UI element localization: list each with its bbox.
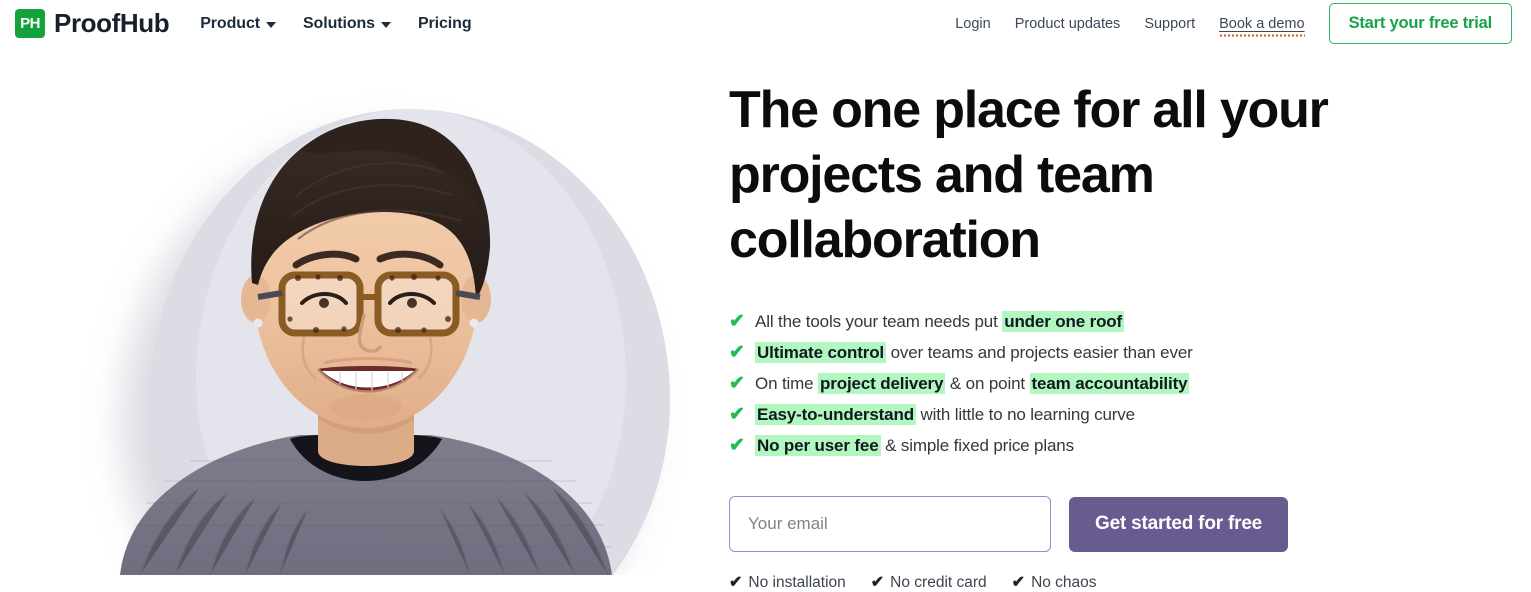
list-item: ✔ Easy-to-understand with little to no l… bbox=[729, 399, 1519, 430]
signup-form: Get started for free bbox=[729, 496, 1519, 552]
site-header: PH ProofHub Product Solutions Pricing Lo… bbox=[0, 0, 1531, 47]
check-icon: ✔ bbox=[729, 574, 743, 591]
bullet-text-pre: All the tools your team needs put bbox=[755, 311, 1003, 331]
list-item: ✔ On time project delivery & on point te… bbox=[729, 368, 1519, 399]
nav-item-solutions[interactable]: Solutions bbox=[303, 15, 391, 33]
trust-item-no-credit-card: ✔ No credit card bbox=[871, 574, 987, 592]
list-item: ✔ All the tools your team needs put unde… bbox=[729, 306, 1519, 337]
nav-item-pricing[interactable]: Pricing bbox=[418, 15, 472, 33]
bullet-text-pre: On time bbox=[755, 373, 819, 393]
bullet-text-mid: & on point bbox=[945, 373, 1030, 393]
feature-bullet-list: ✔ All the tools your team needs put unde… bbox=[729, 306, 1519, 461]
nav-link-support[interactable]: Support bbox=[1144, 16, 1195, 32]
proofhub-logo-icon: PH bbox=[15, 9, 45, 38]
list-item: ✔ Ultimate control over teams and projec… bbox=[729, 337, 1519, 368]
hero-image-region bbox=[0, 47, 722, 575]
brand-logo[interactable]: PH ProofHub bbox=[15, 8, 170, 39]
nav-item-product[interactable]: Product bbox=[200, 15, 276, 33]
secondary-nav: Login Product updates Support Book a dem… bbox=[955, 3, 1512, 44]
bullet-highlight-secondary: team accountability bbox=[1029, 372, 1190, 394]
nav-link-login[interactable]: Login bbox=[955, 16, 990, 32]
bullet-text-post: with little to no learning curve bbox=[915, 404, 1136, 424]
nav-item-solutions-label: Solutions bbox=[302, 14, 375, 32]
nav-link-book-a-demo[interactable]: Book a demo bbox=[1219, 16, 1306, 37]
bullet-highlight: Easy-to-understand bbox=[755, 403, 916, 425]
bullet-highlight: No per user fee bbox=[755, 434, 881, 456]
check-icon: ✔ bbox=[729, 373, 745, 394]
page-title: The one place for all your projects and … bbox=[729, 81, 1329, 269]
get-started-button[interactable]: Get started for free bbox=[1069, 496, 1289, 552]
bullet-highlight: project delivery bbox=[818, 372, 946, 394]
list-item: ✔ No per user fee & simple fixed price p… bbox=[729, 430, 1519, 461]
check-icon: ✔ bbox=[870, 574, 885, 591]
check-icon: ✔ bbox=[1011, 574, 1026, 591]
trust-badges: ✔ No installation ✔ No credit card ✔ No … bbox=[729, 574, 1519, 592]
check-icon: ✔ bbox=[729, 311, 745, 332]
trust-item-label: No credit card bbox=[890, 574, 987, 591]
chevron-down-icon bbox=[380, 21, 391, 28]
hero-person-photo bbox=[120, 118, 612, 575]
email-field[interactable] bbox=[729, 496, 1051, 552]
start-free-trial-button[interactable]: Start your free trial bbox=[1328, 3, 1512, 44]
check-icon: ✔ bbox=[729, 342, 745, 363]
brand-wordmark: ProofHub bbox=[54, 8, 170, 38]
bullet-highlight: Ultimate control bbox=[755, 341, 887, 363]
hero-content: The one place for all your projects and … bbox=[729, 47, 1519, 592]
primary-nav: Product Solutions Pricing bbox=[200, 15, 471, 33]
bullet-highlight: under one roof bbox=[1002, 310, 1125, 332]
trust-item-no-chaos: ✔ No chaos bbox=[1012, 574, 1097, 592]
nav-item-product-label: Product bbox=[200, 14, 260, 32]
bullet-text-post: over teams and projects easier than ever bbox=[886, 342, 1193, 362]
trust-item-label: No chaos bbox=[1031, 574, 1097, 591]
chevron-down-icon bbox=[265, 21, 276, 28]
check-icon: ✔ bbox=[729, 404, 745, 425]
trust-item-no-installation: ✔ No installation bbox=[729, 574, 846, 592]
trust-item-label: No installation bbox=[748, 574, 846, 591]
check-icon: ✔ bbox=[729, 435, 745, 456]
bullet-text-post: & simple fixed price plans bbox=[880, 435, 1074, 455]
nav-link-product-updates[interactable]: Product updates bbox=[1015, 16, 1121, 32]
